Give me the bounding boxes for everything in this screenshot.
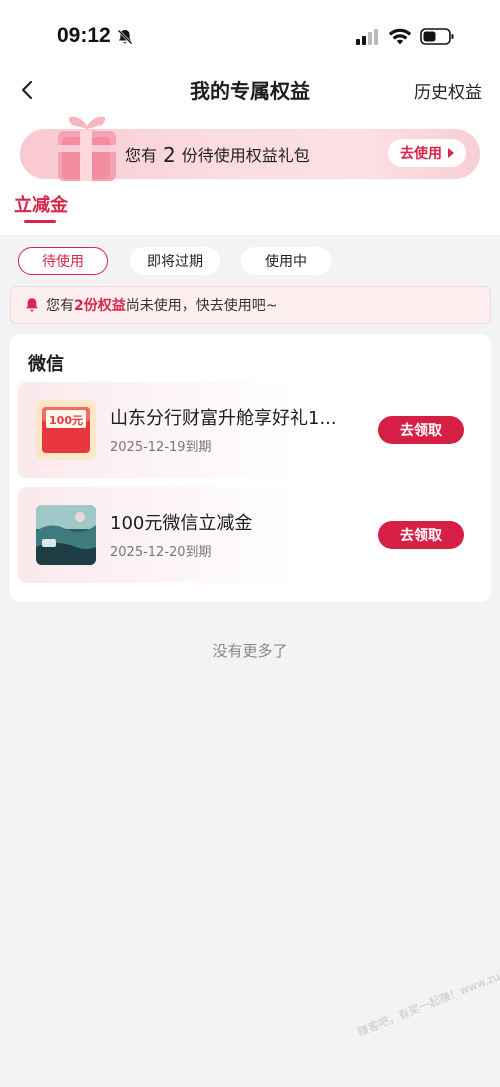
card-title: 微信 [28, 354, 64, 375]
wifi-icon [388, 28, 412, 45]
item-title: 100元微信立减金 [110, 513, 253, 534]
banner-prefix: 您有 [125, 146, 158, 165]
notice-highlight: 2份权益 [74, 298, 126, 314]
banner-count: 2 [163, 143, 176, 167]
nav-bar: 我的专属权益 历史权益 [0, 70, 500, 110]
claim-button[interactable]: 去领取 [378, 521, 464, 549]
use-now-label: 去使用 [400, 146, 442, 162]
claim-button[interactable]: 去领取 [378, 416, 464, 444]
list-item[interactable]: 100元 山东分行财富升舱享好礼1... 2025-12-19到期 去领取 [18, 382, 483, 478]
tab-underline [24, 220, 56, 223]
filter-in-use[interactable]: 使用中 [241, 247, 331, 275]
filter-chips: 待使用 即将过期 使用中 [0, 235, 500, 291]
list-item[interactable]: 100元微信立减金 2025-12-20到期 去领取 [18, 487, 483, 583]
top-area: 09:12 我的专属权益 历史权益 您有 2 份待使用权益礼包 去使用 立减金 [0, 0, 500, 235]
use-now-button[interactable]: 去使用 [388, 139, 466, 167]
play-triangle-icon [448, 148, 454, 158]
filter-expiring-soon[interactable]: 即将过期 [130, 247, 220, 275]
wechat-card: 微信 100元 山东分行财富升舱享好礼1... 2025-12-19到期 去领取… [10, 334, 491, 602]
item-expiry: 2025-12-19到期 [110, 440, 212, 455]
item-expiry: 2025-12-20到期 [110, 545, 212, 560]
thumb-amount-text: 100元 [49, 414, 83, 427]
tab-instant-discount[interactable]: 立减金 [14, 191, 68, 217]
status-time: 09:12 [57, 24, 111, 47]
bell-off-icon [117, 29, 133, 45]
battery-icon [420, 28, 454, 45]
bell-icon [26, 297, 38, 311]
gift-banner[interactable]: 您有 2 份待使用权益礼包 去使用 [20, 116, 480, 181]
watermark: 赚客吧，有奖一起赚！www.zuanke8.com [355, 947, 500, 1039]
gift-box-icon [58, 116, 116, 181]
notice-suffix: 尚未使用，快去使用吧~ [125, 298, 278, 314]
section-tabs: 立减金 [0, 179, 500, 235]
status-bar: 09:12 [0, 0, 500, 70]
landscape-thumbnail [36, 505, 96, 565]
unused-notice: 您有 2份权益 尚未使用，快去使用吧~ [10, 286, 491, 324]
item-title: 山东分行财富升舱享好礼1... [110, 408, 337, 429]
signal-icon [356, 29, 378, 45]
history-benefits-link[interactable]: 历史权益 [414, 78, 482, 103]
red-envelope-thumbnail: 100元 [36, 400, 96, 460]
no-more-text: 没有更多了 [212, 642, 288, 660]
banner-suffix: 份待使用权益礼包 [181, 146, 310, 165]
banner-text: 您有 2 份待使用权益礼包 [125, 142, 310, 167]
filter-pending[interactable]: 待使用 [18, 247, 108, 275]
notice-prefix: 您有 [46, 298, 74, 314]
